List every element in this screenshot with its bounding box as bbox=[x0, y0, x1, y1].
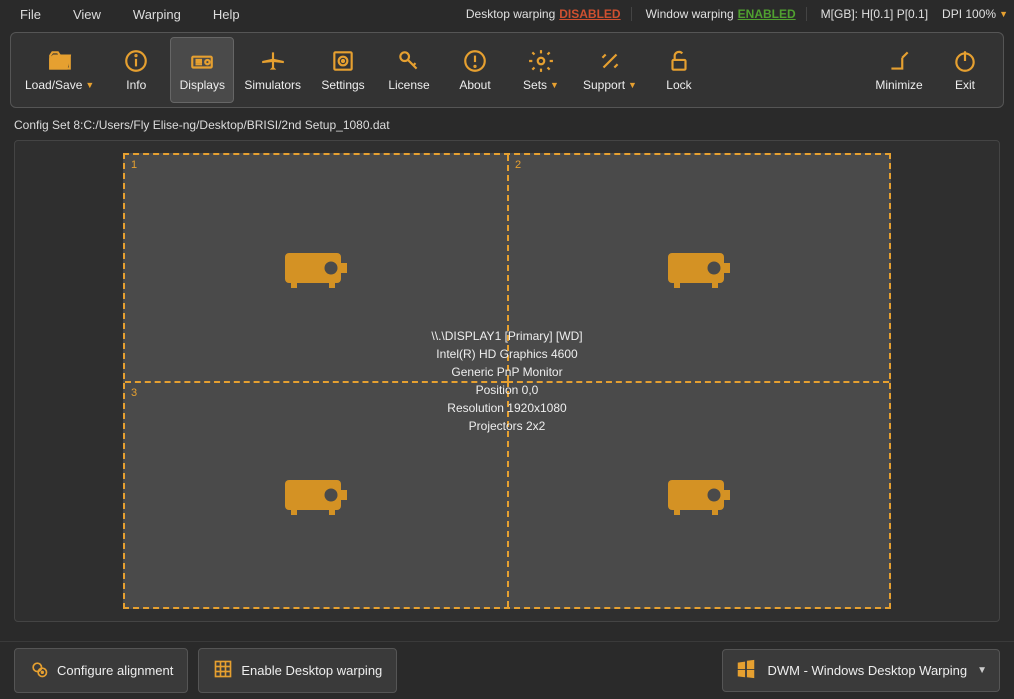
key-icon bbox=[396, 48, 422, 74]
loadsave-button[interactable]: Load/Save▼ bbox=[17, 37, 102, 103]
displays-button[interactable]: Displays bbox=[170, 37, 234, 103]
projector-icon bbox=[664, 470, 734, 521]
configure-alignment-button[interactable]: Configure alignment bbox=[14, 648, 188, 693]
menu-warping[interactable]: Warping bbox=[119, 3, 195, 26]
chevron-down-icon: ▼ bbox=[999, 9, 1008, 19]
alert-icon bbox=[462, 48, 488, 74]
chevron-down-icon: ▼ bbox=[550, 80, 559, 90]
settings-button[interactable]: Settings bbox=[311, 37, 375, 103]
status-memory: M[GB]: H[0.1] P[0.1] bbox=[821, 7, 928, 21]
status-desktop-label: Desktop warping bbox=[466, 7, 555, 21]
menu-file[interactable]: File bbox=[6, 3, 55, 26]
status-desktop-warping: Desktop warping DISABLED bbox=[466, 7, 632, 21]
settings-icon bbox=[330, 48, 356, 74]
display-block[interactable]: 1 2 3 bbox=[123, 153, 891, 609]
plane-icon bbox=[260, 48, 286, 74]
status-window-value[interactable]: ENABLED bbox=[738, 7, 796, 21]
lock-button[interactable]: Lock bbox=[647, 37, 711, 103]
menu-view[interactable]: View bbox=[59, 3, 115, 26]
status-window-label: Window warping bbox=[646, 7, 734, 21]
cell-number: 2 bbox=[515, 159, 521, 171]
folder-open-icon bbox=[47, 48, 73, 74]
display-resolution: Resolution 1920x1080 bbox=[431, 399, 582, 417]
sets-button[interactable]: Sets▼ bbox=[509, 37, 573, 103]
display-gpu: Intel(R) HD Graphics 4600 bbox=[431, 345, 582, 363]
info-button[interactable]: Info bbox=[104, 37, 168, 103]
display-id: \\.\DISPLAY1 [Primary] [WD] bbox=[431, 327, 582, 345]
status-window-warping: Window warping ENABLED bbox=[646, 7, 807, 21]
dropdown-arrow-icon: ▼ bbox=[977, 665, 987, 676]
display-canvas: 1 2 3 bbox=[14, 140, 1000, 622]
about-button[interactable]: About bbox=[443, 37, 507, 103]
status-dpi[interactable]: DPI 100% ▼ bbox=[942, 7, 1008, 21]
menu-help[interactable]: Help bbox=[199, 3, 254, 26]
power-icon bbox=[952, 48, 978, 74]
gear-icon bbox=[528, 48, 554, 74]
simulators-button[interactable]: Simulators bbox=[236, 37, 309, 103]
display-info-overlay: \\.\DISPLAY1 [Primary] [WD] Intel(R) HD … bbox=[431, 327, 582, 435]
cell-number: 3 bbox=[131, 387, 137, 399]
cell-number: 1 bbox=[131, 159, 137, 171]
gear-target-icon bbox=[29, 659, 49, 682]
projector-icon bbox=[189, 48, 215, 74]
warping-mode-select[interactable]: DWM - Windows Desktop Warping ▼ bbox=[722, 649, 1000, 692]
minimize-icon bbox=[886, 48, 912, 74]
projector-icon bbox=[281, 243, 351, 294]
projector-icon bbox=[281, 470, 351, 521]
config-path-label: Config Set 8:C:/Users/Fly Elise-ng/Deskt… bbox=[14, 118, 1000, 132]
display-position: Position 0,0 bbox=[431, 381, 582, 399]
status-desktop-value[interactable]: DISABLED bbox=[559, 7, 620, 21]
display-projectors: Projectors 2x2 bbox=[431, 417, 582, 435]
enable-desktop-warping-button[interactable]: Enable Desktop warping bbox=[198, 648, 397, 693]
info-icon bbox=[123, 48, 149, 74]
exit-button[interactable]: Exit bbox=[933, 37, 997, 103]
grid-icon bbox=[213, 659, 233, 682]
unlock-icon bbox=[666, 48, 692, 74]
minimize-button[interactable]: Minimize bbox=[867, 37, 931, 103]
projector-icon bbox=[664, 243, 734, 294]
display-monitor: Generic PnP Monitor bbox=[431, 363, 582, 381]
windows-icon bbox=[735, 658, 757, 683]
chevron-down-icon: ▼ bbox=[85, 80, 94, 90]
main-toolbar: Load/Save▼ Info Displays Simulators Sett… bbox=[10, 32, 1004, 108]
tools-icon bbox=[597, 48, 623, 74]
support-button[interactable]: Support▼ bbox=[575, 37, 645, 103]
license-button[interactable]: License bbox=[377, 37, 441, 103]
chevron-down-icon: ▼ bbox=[628, 80, 637, 90]
